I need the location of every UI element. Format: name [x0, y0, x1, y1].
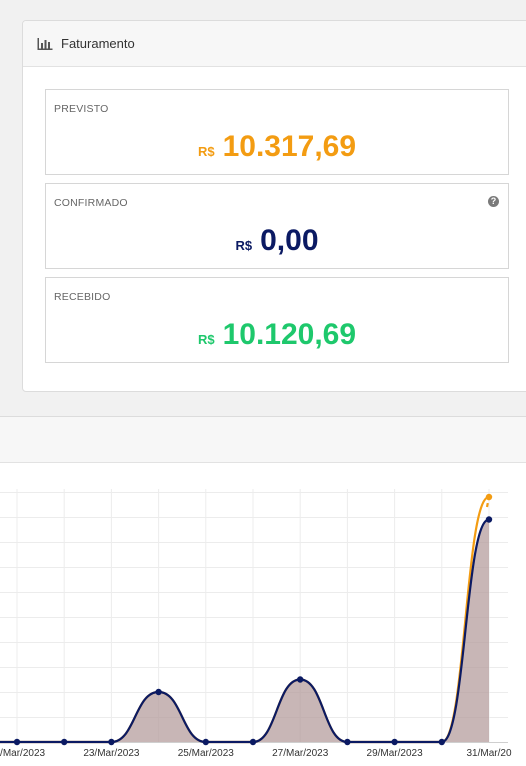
recebido-value: R$ 10.120,69	[46, 318, 508, 352]
recebido-label: RECEBIDO	[54, 291, 111, 303]
series-line-orange	[0, 495, 490, 744]
recebido-box: RECEBIDO R$ 10.120,69	[45, 277, 509, 363]
data-point-orange	[485, 493, 493, 501]
billing-chart: 21/Mar/2023 23/Mar/2023 25/Mar/2023 27/Mar/…	[0, 489, 512, 759]
previsto-box: PREVISTO R$ 10.317,69	[45, 89, 509, 175]
data-point-navy	[249, 738, 257, 746]
x-tick-label: 29/Mar/2023	[367, 748, 424, 759]
confirmado-value: R$ 0,00	[46, 224, 508, 258]
x-tick-label: 23/Mar/2023	[83, 748, 140, 759]
series-area-fill	[0, 519, 489, 742]
x-tick-label: 31/Mar/20	[466, 748, 511, 759]
chart-panel: 21/Mar/2023 23/Mar/2023 25/Mar/2023 27/Mar/…	[0, 416, 526, 766]
bar-chart-icon	[37, 37, 53, 50]
data-point-navy	[60, 738, 68, 746]
card-title: Faturamento	[61, 36, 135, 51]
recebido-amount: 10.120,69	[222, 318, 357, 351]
data-point-navy	[485, 516, 493, 523]
recebido-currency: R$	[197, 332, 215, 347]
x-tick-label: 21/Mar/2023	[0, 748, 46, 759]
data-point-navy	[297, 676, 304, 683]
faturamento-card: Faturamento PREVISTO R$ 10.317,69 CONFIRM…	[22, 20, 526, 392]
confirmado-label: CONFIRMADO	[54, 197, 128, 209]
data-point-navy	[13, 738, 21, 746]
data-point-navy	[202, 738, 209, 746]
data-point-navy	[108, 738, 115, 746]
series-line-navy	[0, 518, 490, 744]
previsto-amount: 10.317,69	[222, 130, 357, 163]
data-point-navy	[344, 738, 351, 746]
confirmado-currency: R$	[235, 238, 253, 253]
card-header: Faturamento	[23, 21, 526, 67]
data-point-navy	[155, 688, 162, 696]
question-circle-icon[interactable]: ?	[488, 196, 499, 207]
data-point-navy	[391, 738, 398, 746]
confirmado-box: CONFIRMADO ? R$ 0,00	[45, 183, 509, 269]
x-tick-label: 25/Mar/2023	[178, 748, 235, 759]
x-tick-label: 27/Mar/2023	[272, 748, 329, 759]
confirmado-amount: 0,00	[260, 224, 319, 257]
previsto-label: PREVISTO	[54, 103, 109, 115]
previsto-currency: R$	[197, 144, 215, 159]
data-point-navy	[438, 738, 445, 746]
previsto-value: R$ 10.317,69	[46, 130, 508, 164]
